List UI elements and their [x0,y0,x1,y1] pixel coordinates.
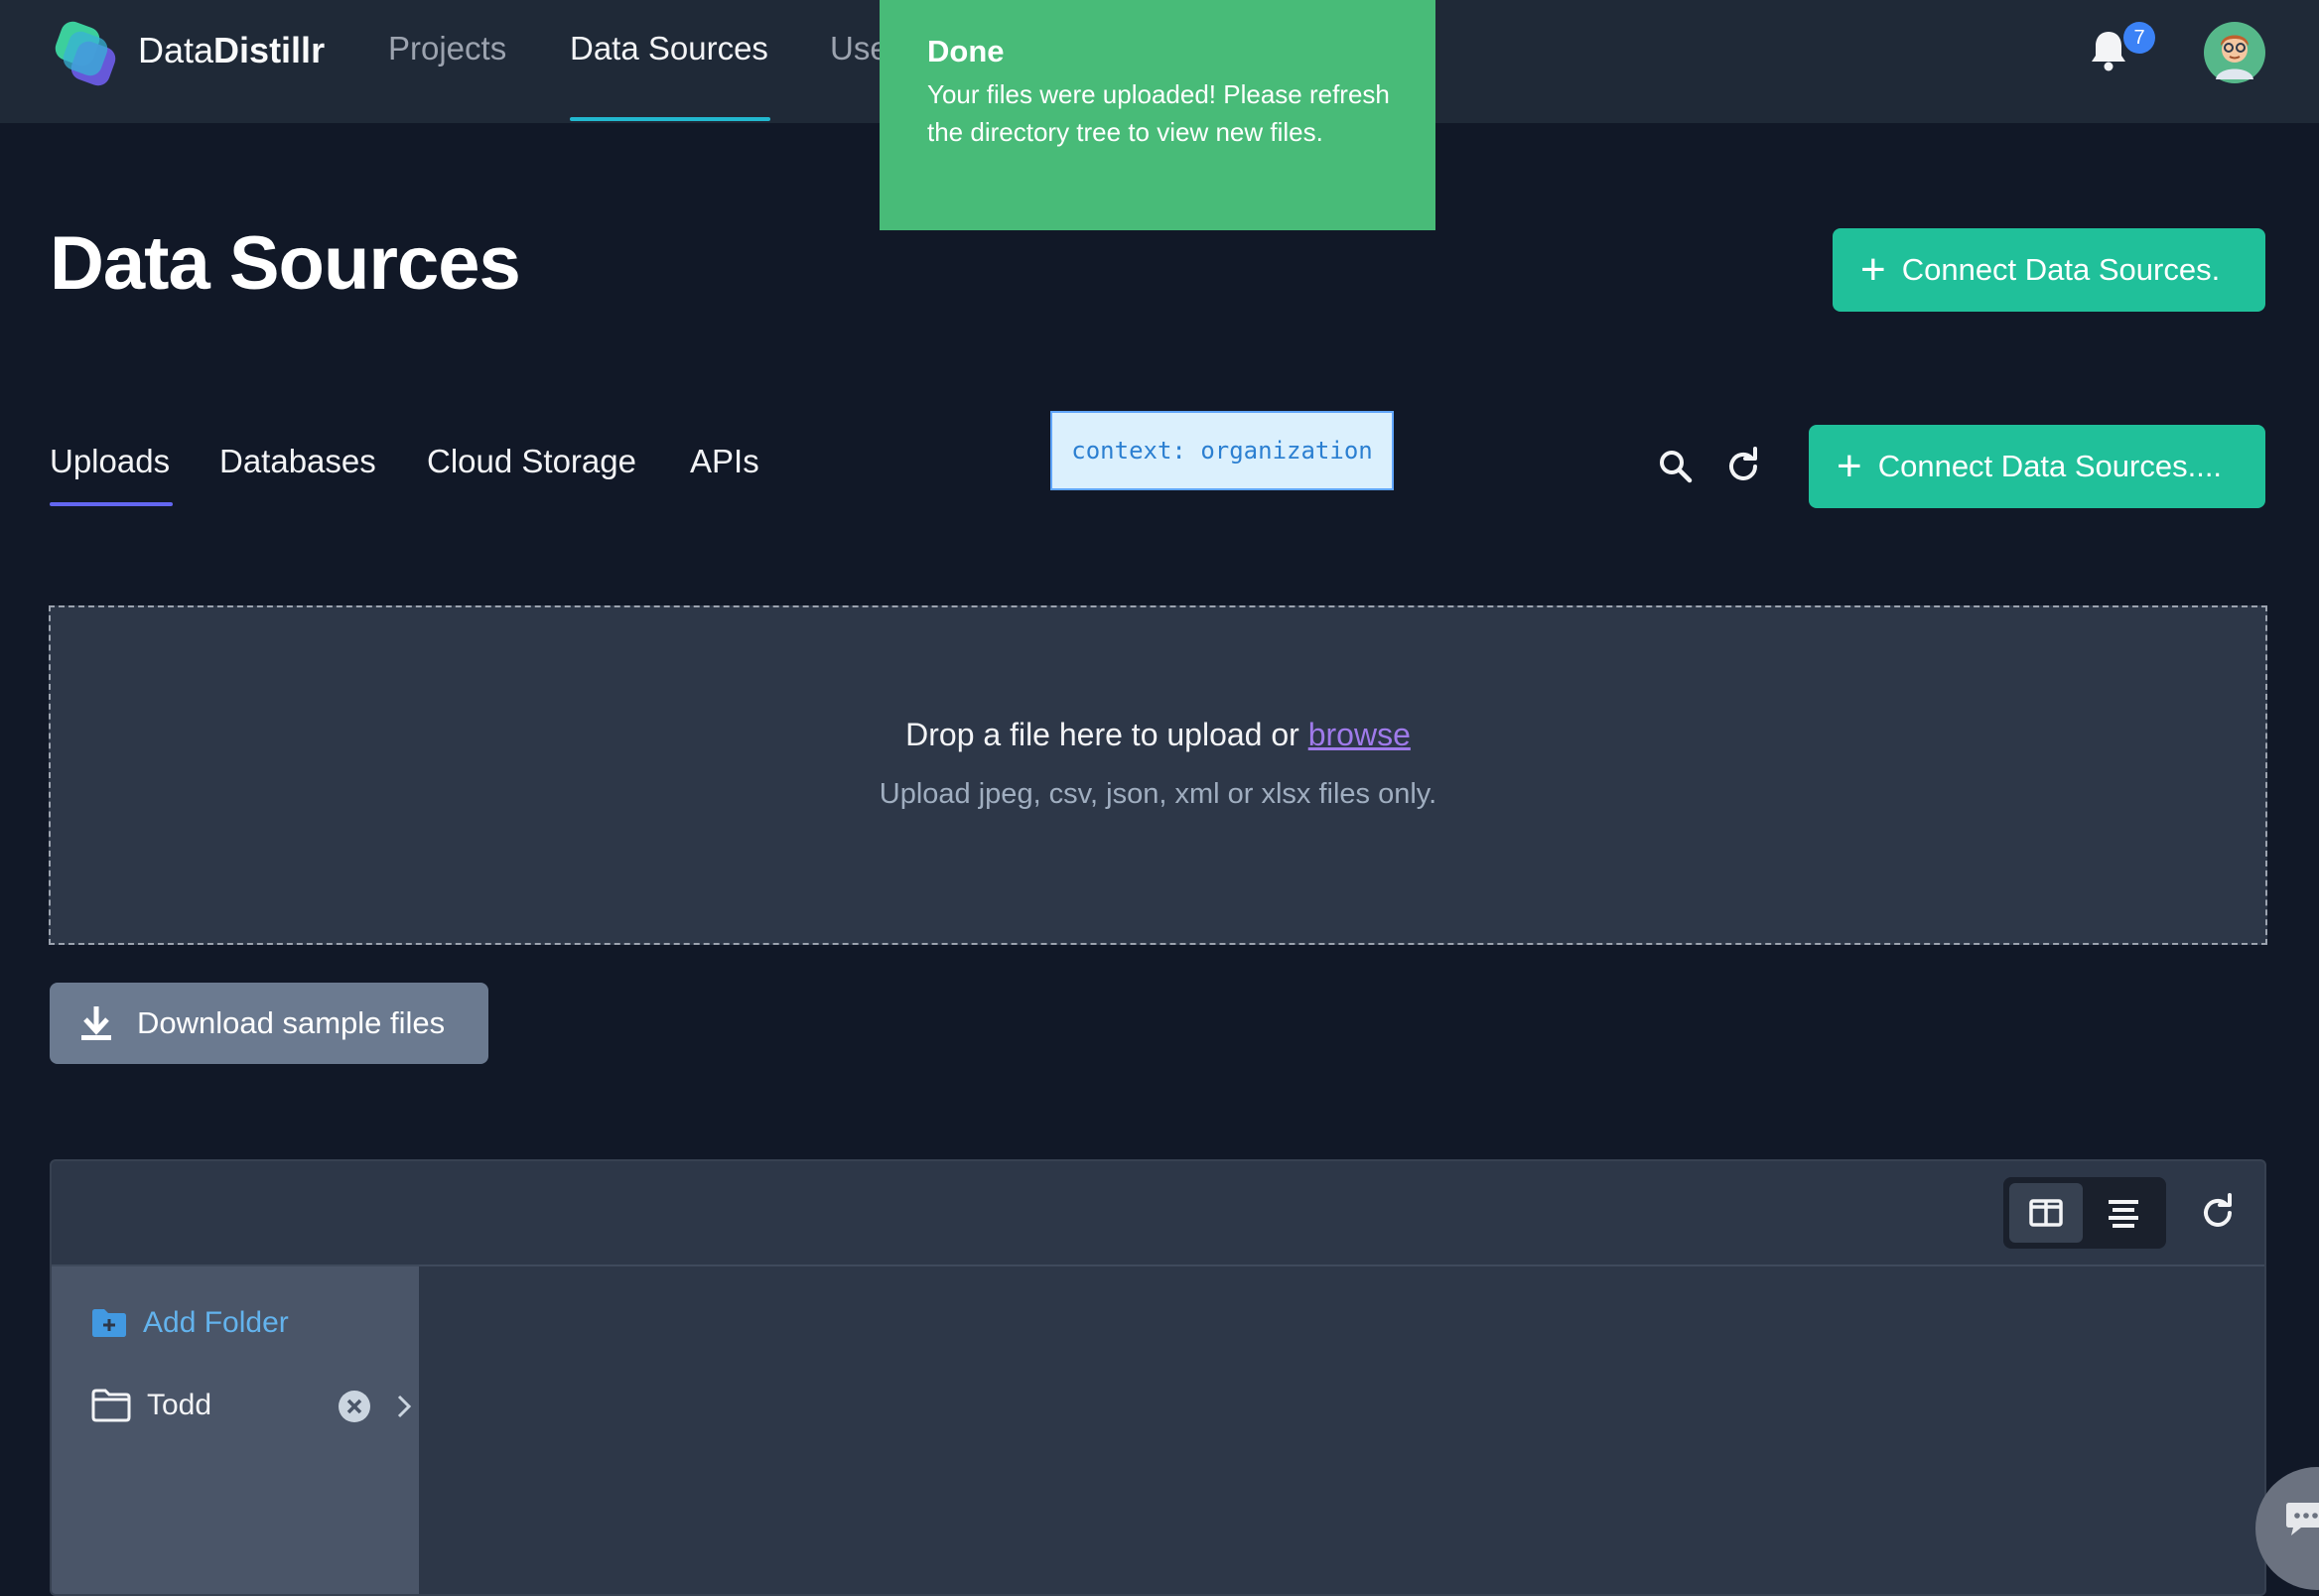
folder-icon [91,1389,131,1422]
chat-icon [2286,1503,2319,1535]
refresh-icon[interactable] [1719,443,1767,490]
remove-folder-icon[interactable] [338,1390,371,1423]
tab-databases[interactable]: Databases [219,443,376,480]
nav-projects[interactable]: Projects [388,30,506,67]
tab-active-indicator [50,502,173,506]
dropzone-hint: Upload jpeg, csv, json, xml or xlsx file… [879,778,1437,810]
add-folder-button[interactable]: Add Folder [91,1306,289,1340]
download-button-label: Download sample files [137,1005,446,1040]
toast-title: Done [927,34,1005,68]
grid-view-button[interactable] [2009,1183,2083,1243]
connect-data-sources-button[interactable]: + Connect Data Sources. [1833,228,2265,312]
browse-link[interactable]: browse [1308,717,1411,752]
refresh-tree-icon[interactable] [2194,1189,2242,1237]
dropzone-prompt: Drop a file here to upload or browse [51,717,2265,753]
search-icon[interactable] [1652,443,1700,490]
plus-icon: + [1860,245,1886,294]
folder-plus-icon [92,1309,126,1337]
brand-prefix: Data [138,30,214,70]
brand-suffix: Distillr [213,30,326,70]
upload-success-toast[interactable]: Done Your files were uploaded! Please re… [880,0,1435,230]
folder-name: Todd [147,1389,212,1421]
tab-cloud-storage[interactable]: Cloud Storage [427,443,636,480]
view-toggle [2003,1177,2166,1249]
folder-item[interactable]: Todd [91,1382,412,1429]
folder-sidebar: Add Folder Todd [52,1266,419,1594]
connect-data-sources-secondary-button[interactable]: + Connect Data Sources.... [1809,425,2265,508]
connect-button-label: Connect Data Sources. [1901,252,2221,287]
plus-icon: + [1837,442,1862,490]
list-view-button[interactable] [2087,1183,2160,1243]
datadistillr-logo-icon[interactable] [50,18,123,91]
context-tag: context: organization [1050,411,1394,490]
file-browser: Add Folder Todd [50,1159,2266,1596]
add-folder-label: Add Folder [143,1306,289,1339]
download-icon [81,1006,111,1040]
connect-secondary-label: Connect Data Sources.... [1877,449,2223,483]
file-dropzone[interactable]: Drop a file here to upload or browse Upl… [49,605,2267,945]
tab-apis[interactable]: APIs [690,443,759,480]
download-sample-files-button[interactable]: Download sample files [50,983,488,1064]
page-title: Data Sources [50,221,521,306]
brand-name[interactable]: DataDistillr [138,30,325,71]
nav-active-indicator [570,117,770,121]
toast-message: Your files were uploaded! Please refresh… [927,79,1390,147]
user-avatar[interactable] [2204,22,2265,83]
list-icon [2109,1200,2138,1228]
tab-uploads[interactable]: Uploads [50,443,170,480]
chevron-right-icon[interactable] [395,1394,413,1419]
columns-icon [2029,1199,2063,1227]
notification-badge: 7 [2123,22,2155,54]
dropzone-prompt-text: Drop a file here to upload or [905,717,1299,752]
file-browser-toolbar [52,1161,2264,1266]
nav-data-sources[interactable]: Data Sources [570,30,768,67]
